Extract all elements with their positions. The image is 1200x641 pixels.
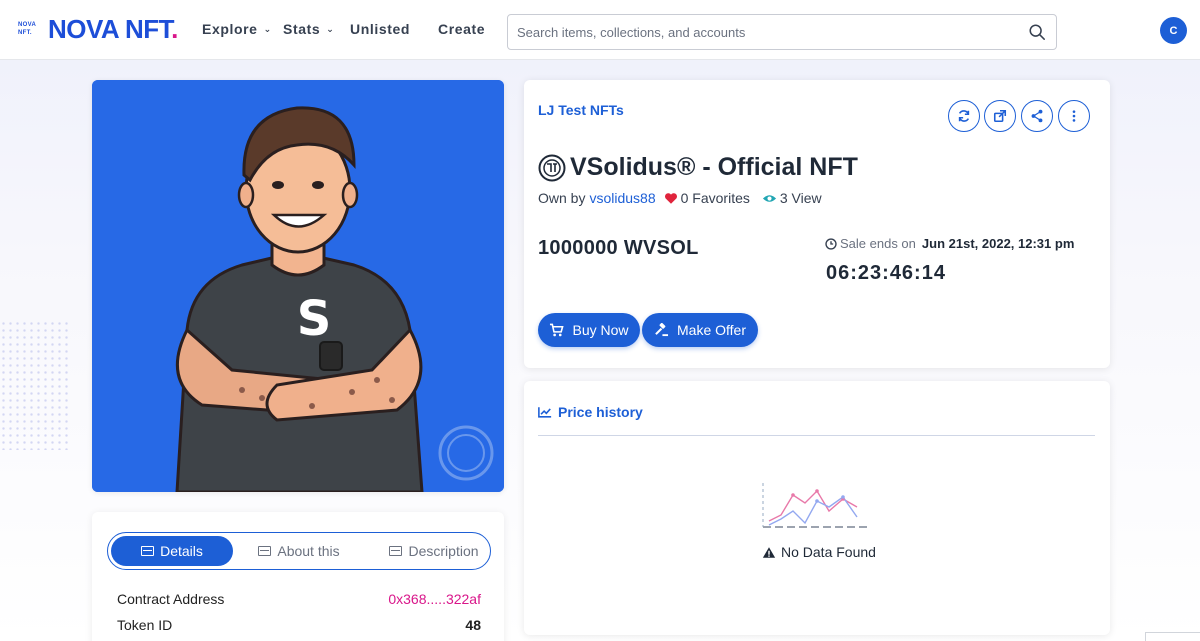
nft-artwork: S	[92, 80, 504, 492]
nft-price: 1000000 WVSOL	[538, 237, 699, 259]
nft-meta: Own by vsolidus88 0 Favorites 3 View	[538, 190, 822, 206]
warning-icon	[762, 546, 776, 558]
logo-text: NOVA NFT	[48, 14, 172, 44]
tab-details-label: Details	[160, 543, 203, 559]
sale-ends-date: Jun 21st, 2022, 12:31 pm	[921, 236, 1075, 251]
make-offer-button[interactable]: Make Offer	[642, 313, 758, 347]
nav-unlisted[interactable]: Unlisted	[350, 21, 410, 37]
sale-countdown: 06:23:46:14	[826, 262, 946, 284]
wallet-account-button[interactable]: C	[1160, 17, 1187, 44]
nav-stats-label: Stats	[283, 21, 321, 37]
more-options-button[interactable]	[1058, 100, 1090, 132]
nav-create[interactable]: Create	[438, 21, 485, 37]
refresh-button[interactable]	[948, 100, 980, 132]
logo-mark: NOVA NFT.	[18, 17, 40, 41]
contract-address-label: Contract Address	[117, 591, 225, 607]
nft-image[interactable]: S	[92, 80, 504, 492]
empty-chart-illustration	[762, 483, 867, 528]
tab-about-label: About this	[277, 543, 340, 559]
tab-description-label: Description	[408, 543, 479, 559]
dotted-decoration	[0, 320, 70, 450]
refresh-icon	[958, 110, 970, 122]
details-icon	[141, 546, 155, 556]
views-count: 3 View	[779, 190, 822, 206]
nav-stats[interactable]: Stats ⌄	[283, 21, 334, 37]
price-history-card: Price history No Data Found	[524, 381, 1110, 635]
search-box	[507, 14, 1057, 50]
divider	[538, 435, 1095, 436]
tab-about[interactable]: About this	[254, 536, 344, 566]
search-input[interactable]	[508, 15, 1008, 49]
own-by-label: Own by	[538, 190, 586, 206]
nft-title: VSolidus® - Official NFT	[538, 153, 858, 182]
no-data-text: No Data Found	[781, 544, 876, 560]
clock-icon	[825, 237, 837, 250]
favorites[interactable]: 0 Favorites	[664, 190, 750, 206]
open-external-button[interactable]	[984, 100, 1016, 132]
price-history-header[interactable]: Price history	[538, 404, 643, 420]
chevron-down-icon: ⌄	[263, 23, 272, 34]
svg-text:S: S	[297, 291, 332, 347]
eye-icon	[762, 194, 776, 202]
logo-wordmark: NOVA NFT.	[48, 15, 178, 43]
sale-ends: Sale ends on Jun 21st, 2022, 12:31 pm	[825, 236, 1074, 251]
nav-explore-label: Explore	[202, 21, 258, 37]
nav-explore[interactable]: Explore ⌄	[202, 21, 272, 37]
nft-info-card: LJ Test NFTs VSolidus® - Official NFT Ow…	[524, 80, 1110, 368]
nav-create-label: Create	[438, 21, 486, 37]
no-data-message: No Data Found	[762, 544, 876, 560]
cart-icon	[550, 323, 565, 337]
price-history-title: Price history	[558, 404, 643, 420]
nft-title-text: VSolidus® - Official NFT	[570, 153, 858, 181]
sale-ends-label: Sale ends on	[840, 236, 916, 251]
search-icon[interactable]	[1028, 23, 1046, 41]
share-button[interactable]	[1021, 100, 1053, 132]
contract-address-row: Contract Address 0x368.....322af	[117, 591, 481, 607]
token-id-row: Token ID 48	[117, 617, 481, 633]
wallet-initial: C	[1169, 24, 1178, 37]
tab-details[interactable]: Details	[111, 536, 233, 566]
make-offer-label: Make Offer	[677, 322, 746, 338]
tab-description[interactable]: Description	[378, 536, 490, 566]
gavel-icon	[655, 323, 669, 337]
site-logo[interactable]: NOVA NFT. NOVA NFT.	[18, 15, 178, 43]
collection-logo-icon	[538, 154, 566, 181]
share-icon	[1031, 109, 1043, 123]
info-card-icon	[258, 546, 272, 556]
chevron-down-icon: ⌄	[326, 23, 335, 34]
top-navigation-bar: NOVA NFT. NOVA NFT. Explore ⌄ Stats ⌄ Un…	[0, 0, 1200, 60]
more-icon	[1072, 110, 1076, 122]
favorites-count: 0 Favorites	[680, 190, 750, 206]
corner-decoration	[1145, 632, 1200, 641]
token-id-value: 48	[465, 617, 481, 633]
collection-link[interactable]: LJ Test NFTs	[538, 102, 624, 118]
external-link-icon	[993, 109, 1007, 123]
buy-now-label: Buy Now	[572, 322, 629, 338]
details-tabs: Details About this Description	[107, 532, 491, 570]
logo-dot: .	[171, 14, 178, 44]
buy-now-button[interactable]: Buy Now	[538, 313, 640, 347]
chart-line-icon	[538, 407, 552, 418]
views: 3 View	[762, 190, 822, 206]
heart-icon	[664, 192, 677, 204]
logo-small-text: NOVA NFT.	[18, 22, 36, 36]
details-card: Details About this Description Contract …	[92, 512, 504, 641]
token-id-label: Token ID	[117, 617, 173, 633]
description-icon	[389, 546, 403, 556]
owner-link[interactable]: vsolidus88	[589, 190, 655, 206]
nav-unlisted-label: Unlisted	[350, 21, 411, 37]
contract-address-value[interactable]: 0x368.....322af	[388, 591, 481, 607]
